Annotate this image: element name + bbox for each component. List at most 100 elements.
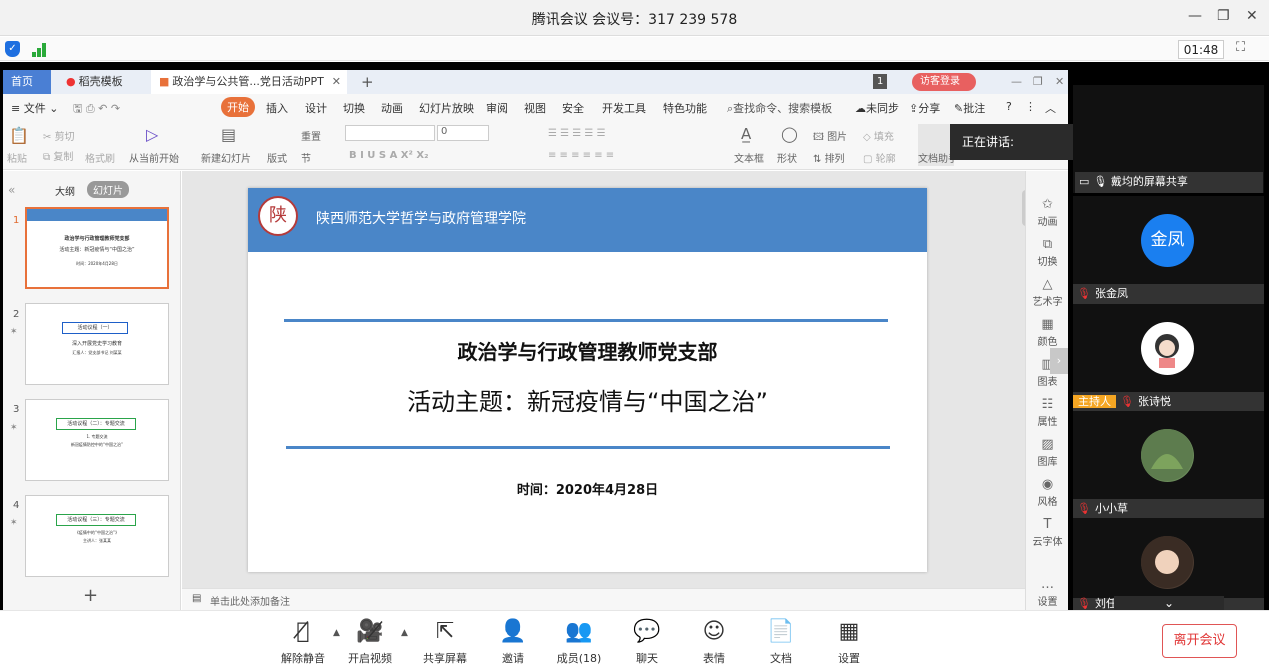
alignment-tools[interactable]: ≡ ≡ ≡ ≡ ≡ ≡ [548,150,614,161]
tool-cloud-font[interactable]: T 云字体 [1026,517,1068,548]
slide-thumbnail-4[interactable]: 活动议程（三）：专题交流 《疫情中的“中国之治”》 主讲人：张某某 [25,495,169,577]
emoji-button[interactable]: ☺ 表情 [683,618,745,666]
menu-design[interactable]: 设计 [305,100,327,116]
menu-slideshow[interactable]: 幻灯片放映 [419,100,474,116]
collapse-participants-icon[interactable]: ⌄ [1114,596,1224,610]
share-button[interactable]: ⇪分享 [909,100,940,116]
menu-security[interactable]: 安全 [562,100,584,116]
section-button[interactable]: 节 [301,150,311,165]
sync-status[interactable]: ☁未同步 [855,100,899,116]
slide-thumbnail-3[interactable]: 活动议程（二）：专题交流 1. 专题交流 新冠疫情防控中的“中国之治” [25,399,169,481]
document-label: 文档 [770,652,792,665]
leave-meeting-button[interactable]: 离开会议 [1162,624,1237,658]
paragraph-tools[interactable]: ☰ ☰ ☰ ☰ ☰ [548,128,606,139]
format-painter-button[interactable]: 格式刷 [85,150,115,165]
minimize-icon[interactable]: — [1188,8,1202,24]
quick-access-icons[interactable]: 🖫 ⎙ ↶ ↷ [73,100,120,119]
new-slide-button[interactable]: 新建幻灯片 [201,150,251,165]
members-button[interactable]: 👥 成员(18) [548,618,610,666]
from-current-button[interactable]: 从当前开始 [129,150,179,165]
tool-animation[interactable]: ✩ 动画 [1026,197,1068,228]
participant-card[interactable]: 金凤 🎙 张金凤 [1073,196,1264,304]
participant-card[interactable]: 🎙 小小草 [1073,411,1264,519]
menu-devtools[interactable]: 开发工具 [602,100,646,116]
document-button[interactable]: 📄 文档 [750,618,812,666]
paste-button[interactable]: 粘贴 [7,150,27,165]
tool-gallery[interactable]: ▨ 图库 [1026,437,1068,468]
cut-button[interactable]: ✂ 剪切 [43,128,75,143]
participant-card[interactable]: 主持人 🎙 张诗悦 [1073,304,1264,412]
command-search[interactable]: ⌕查找命令、搜索模板 [727,100,832,116]
expand-panel-icon[interactable]: › [1050,348,1068,374]
annotate-button[interactable]: ✎批注 [954,100,985,116]
share-screen-button[interactable]: ⇱ 共享屏幕 [414,618,476,666]
invite-label: 邀请 [502,652,524,665]
arrange-button[interactable]: ⇅ 排列 [813,150,845,165]
participant-card[interactable]: ▭ 🎙 戴均的屏幕共享 [1073,85,1264,193]
color-icon: ▦ [1041,317,1054,332]
tool-properties[interactable]: ☷ 属性 [1026,397,1068,428]
menu-transition[interactable]: 切换 [343,100,365,116]
restore-icon[interactable]: ❐ [1217,8,1230,24]
collapse-panel-icon[interactable]: « [8,183,15,197]
avatar: 金凤 [1141,214,1194,267]
tab-close-icon[interactable]: ✕ [332,70,341,94]
tab-docer[interactable]: ● 稻壳模板 [58,70,146,94]
new-slide-icon: ▤ [221,125,237,144]
shape-button[interactable]: 形状 [777,150,797,165]
wps-minimize-icon[interactable]: — [1003,70,1022,94]
video-options-icon[interactable]: ▲ [401,628,408,638]
tool-color[interactable]: ▦ 颜色 [1026,317,1068,348]
tool-settings[interactable]: … 设置 [1026,577,1068,608]
tab-slides[interactable]: 幻灯片 [87,181,129,198]
current-slide[interactable]: 陕 陕西师范大学哲学与政府管理学院 政治学与行政管理教师党支部 活动主题：新冠疫… [248,188,927,572]
tab-outline[interactable]: 大纲 [55,183,75,198]
tab-ppt-doc[interactable]: ■ 政治学与公共管...党日活动PPT ✕ [151,70,347,94]
outline-button[interactable]: ▢ 轮廓 [863,150,896,165]
tab-home[interactable]: 首页 [3,70,51,94]
settings-button[interactable]: ▦ 设置 [818,618,880,666]
notes-pane[interactable]: ▤ 单击此处添加备注 [182,588,1025,610]
picture-button[interactable]: 🖾 图片 [813,128,847,147]
menu-start[interactable]: 开始 [221,97,255,117]
fullscreen-icon[interactable]: ⛶ [1236,40,1245,55]
fill-button[interactable]: ◇ 填充 [863,128,894,143]
menu-insert[interactable]: 插入 [266,100,288,116]
textbox-button[interactable]: 文本框 [734,150,764,165]
copy-button[interactable]: ⧉ 复制 [43,148,73,163]
wps-close-icon[interactable]: ✕ [1047,70,1064,94]
settings-label: 设置 [838,652,860,665]
chat-button[interactable]: 💬 聊天 [616,618,678,666]
tool-wordart[interactable]: △ 艺术字 [1026,277,1068,308]
slide-thumbnail-2[interactable]: 活动议程（一） 深入开展党史学习教育 汇报人：党支部书记 刘某某 [25,303,169,385]
new-tab-icon[interactable]: + [353,70,374,94]
thumb-box: 活动议程（二）：专题交流 [56,418,136,430]
close-icon[interactable]: ✕ [1246,8,1258,24]
document-icon: 📄 [767,619,795,644]
add-slide-icon[interactable]: + [83,585,98,606]
start-video-button[interactable]: 🎥̸ 开启视频 [339,618,401,666]
font-size-select[interactable]: 0 [437,125,489,141]
unmute-button[interactable]: 🎙̸ 解除静音 [272,618,334,666]
collapse-ribbon-icon[interactable]: ︿ [1045,100,1056,116]
tool-transition[interactable]: ⧉ 切换 [1026,237,1068,268]
invite-button[interactable]: 👤 邀请 [482,618,544,666]
more-icon[interactable]: ⋮ [1025,100,1036,113]
menu-review[interactable]: 审阅 [486,100,508,116]
security-shield-icon[interactable]: ✓ [5,41,20,57]
text-format-tools[interactable]: B I U S A X² X₂ [349,150,428,161]
signal-strength-icon[interactable] [32,41,50,57]
menu-view[interactable]: 视图 [524,100,546,116]
visitor-login-button[interactable]: 访客登录 [912,73,976,91]
menu-features[interactable]: 特色功能 [663,100,707,116]
tool-gallery-label: 图库 [1037,457,1058,468]
menu-animation[interactable]: 动画 [381,100,403,116]
help-icon[interactable]: ? [1006,100,1012,113]
tool-style[interactable]: ◉ 风格 [1026,477,1068,508]
font-name-select[interactable] [345,125,435,141]
wps-restore-icon[interactable]: ❐ [1025,70,1043,94]
menu-file[interactable]: ≡ 文件 ⌄ [11,100,58,116]
layout-button[interactable]: 版式 [267,150,287,165]
reset-button[interactable]: 重置 [301,128,321,143]
slide-thumbnail-1[interactable]: 政治学与行政管理教师党支部 活动主题：新冠疫情与“中国之治” 时间：2020年4… [25,207,169,289]
